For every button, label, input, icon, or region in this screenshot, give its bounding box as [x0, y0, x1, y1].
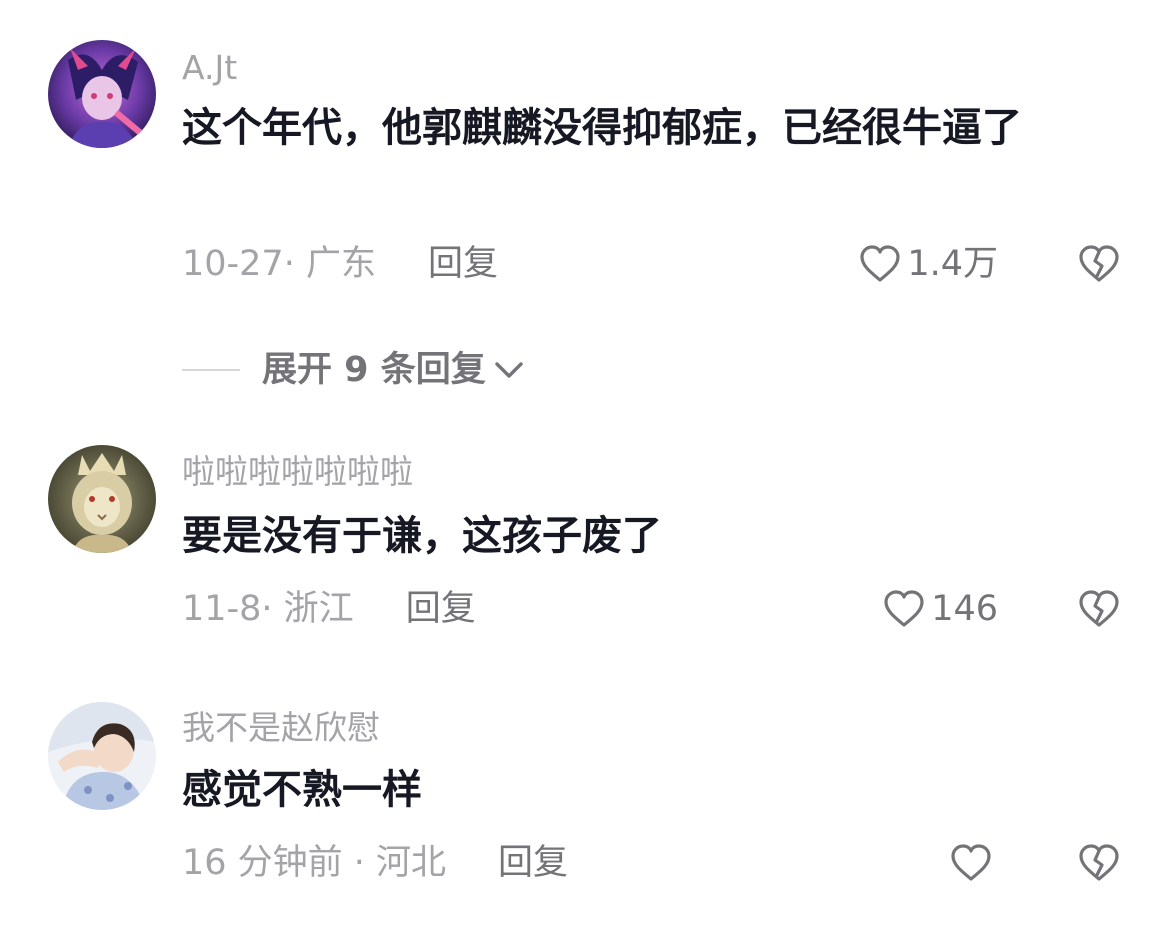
like-button[interactable]: 146: [883, 587, 998, 631]
broken-heart-icon: [1079, 245, 1119, 282]
dislike-button[interactable]: [1078, 244, 1120, 284]
heart-icon: [951, 844, 991, 881]
timestamp-location: 11-8· 浙江: [182, 589, 354, 629]
username[interactable]: A.Jt: [182, 48, 237, 88]
divider-line: [182, 369, 240, 371]
broken-heart-icon: [1079, 844, 1119, 881]
like-count: 146: [931, 589, 998, 629]
comments-page: A.Jt 这个年代，他郭麒麟没得抑郁症，已经很牛逼了 10-27· 广东 回复 1…: [0, 0, 1170, 926]
comment-text: 这个年代，他郭麒麟没得抑郁症，已经很牛逼了: [182, 105, 1022, 151]
like-button[interactable]: [950, 843, 998, 883]
comment-meta: 10-27· 广东 回复: [182, 242, 498, 286]
username[interactable]: 啦啦啦啦啦啦啦: [182, 452, 413, 492]
broken-heart-icon: [1079, 590, 1119, 627]
timestamp-location: 16 分钟前 · 河北: [182, 843, 447, 883]
avatar[interactable]: [48, 445, 156, 553]
reply-button[interactable]: 回复: [406, 589, 476, 629]
username[interactable]: 我不是赵欣慰: [182, 708, 380, 748]
reply-button[interactable]: 回复: [498, 843, 568, 883]
comment-text: 感觉不熟一样: [182, 767, 422, 813]
heart-icon: [860, 245, 900, 282]
reply-button[interactable]: 回复: [428, 244, 498, 284]
heart-icon: [884, 590, 924, 627]
expand-replies-label: 展开 9 条回复: [262, 350, 486, 390]
comment-meta: 11-8· 浙江 回复: [182, 587, 476, 631]
comment-text: 要是没有于谦，这孩子废了: [182, 513, 662, 559]
expand-replies-button[interactable]: 展开 9 条回复: [182, 348, 526, 392]
avatar[interactable]: [48, 40, 156, 148]
like-button[interactable]: 1.4万: [859, 242, 998, 286]
chevron-down-icon: [495, 362, 523, 378]
like-count: 1.4万: [907, 244, 998, 284]
comment-meta: 16 分钟前 · 河北 回复: [182, 841, 568, 885]
dislike-button[interactable]: [1078, 589, 1120, 629]
dislike-button[interactable]: [1078, 843, 1120, 883]
timestamp-location: 10-27· 广东: [182, 244, 376, 284]
avatar[interactable]: [48, 702, 156, 810]
